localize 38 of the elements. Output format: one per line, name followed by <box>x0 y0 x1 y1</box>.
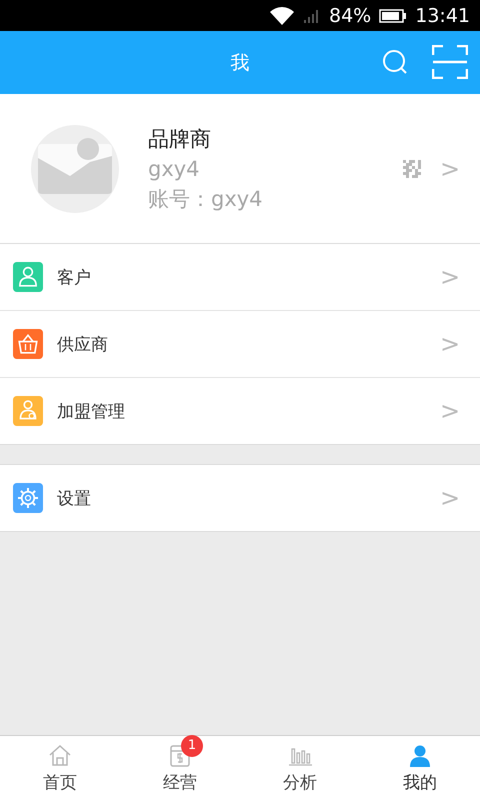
tab[interactable]: 我的 <box>360 736 480 800</box>
menu-label: 供应商 <box>57 334 109 356</box>
page-title: 我 <box>230 50 250 76</box>
tab[interactable]: 1 经营 <box>120 736 240 800</box>
tab[interactable]: 首页 <box>0 736 120 800</box>
person-icon <box>407 742 433 768</box>
chevron-icon: > <box>440 265 456 289</box>
menu-item[interactable]: 加盟管理 > <box>0 378 480 444</box>
menu-item[interactable]: 客户 > <box>0 244 480 311</box>
profile-card[interactable]: 品牌商 gxy4 账号：gxy4 > <box>0 94 480 244</box>
chevron-icon: > <box>440 486 456 510</box>
clock-time: 13:41 <box>415 4 470 26</box>
home-icon <box>47 742 73 768</box>
brand-name: 品牌商 <box>148 126 212 152</box>
wifi-icon <box>269 6 295 26</box>
chevron-icon: > <box>440 332 456 356</box>
avatar-placeholder-icon <box>30 124 120 214</box>
menu-label: 客户 <box>57 266 92 288</box>
menu-item[interactable]: 供应商 > <box>0 311 480 378</box>
menu-label: 加盟管理 <box>57 400 126 422</box>
tab-label: 经营 <box>163 772 197 794</box>
menu-item[interactable]: 设置 > <box>0 465 480 531</box>
chevron-icon: > <box>440 399 456 423</box>
qr-code-icon <box>402 158 422 178</box>
tab-label: 我的 <box>403 772 437 794</box>
menu-label: 设置 <box>57 488 92 510</box>
chevron-icon: > <box>440 156 456 180</box>
account-text: 账号：gxy4 <box>148 186 264 212</box>
username: gxy4 <box>148 156 201 180</box>
scan-icon[interactable] <box>432 45 468 79</box>
tab-label: 分析 <box>283 772 317 794</box>
signal-icon <box>303 8 321 24</box>
battery-percentage: 84% <box>329 4 372 26</box>
search-icon[interactable] <box>382 49 408 75</box>
notification-badge: 1 <box>181 734 203 756</box>
tab-label: 首页 <box>43 772 77 794</box>
battery-icon <box>379 8 408 22</box>
tab[interactable]: 分析 <box>240 736 360 800</box>
